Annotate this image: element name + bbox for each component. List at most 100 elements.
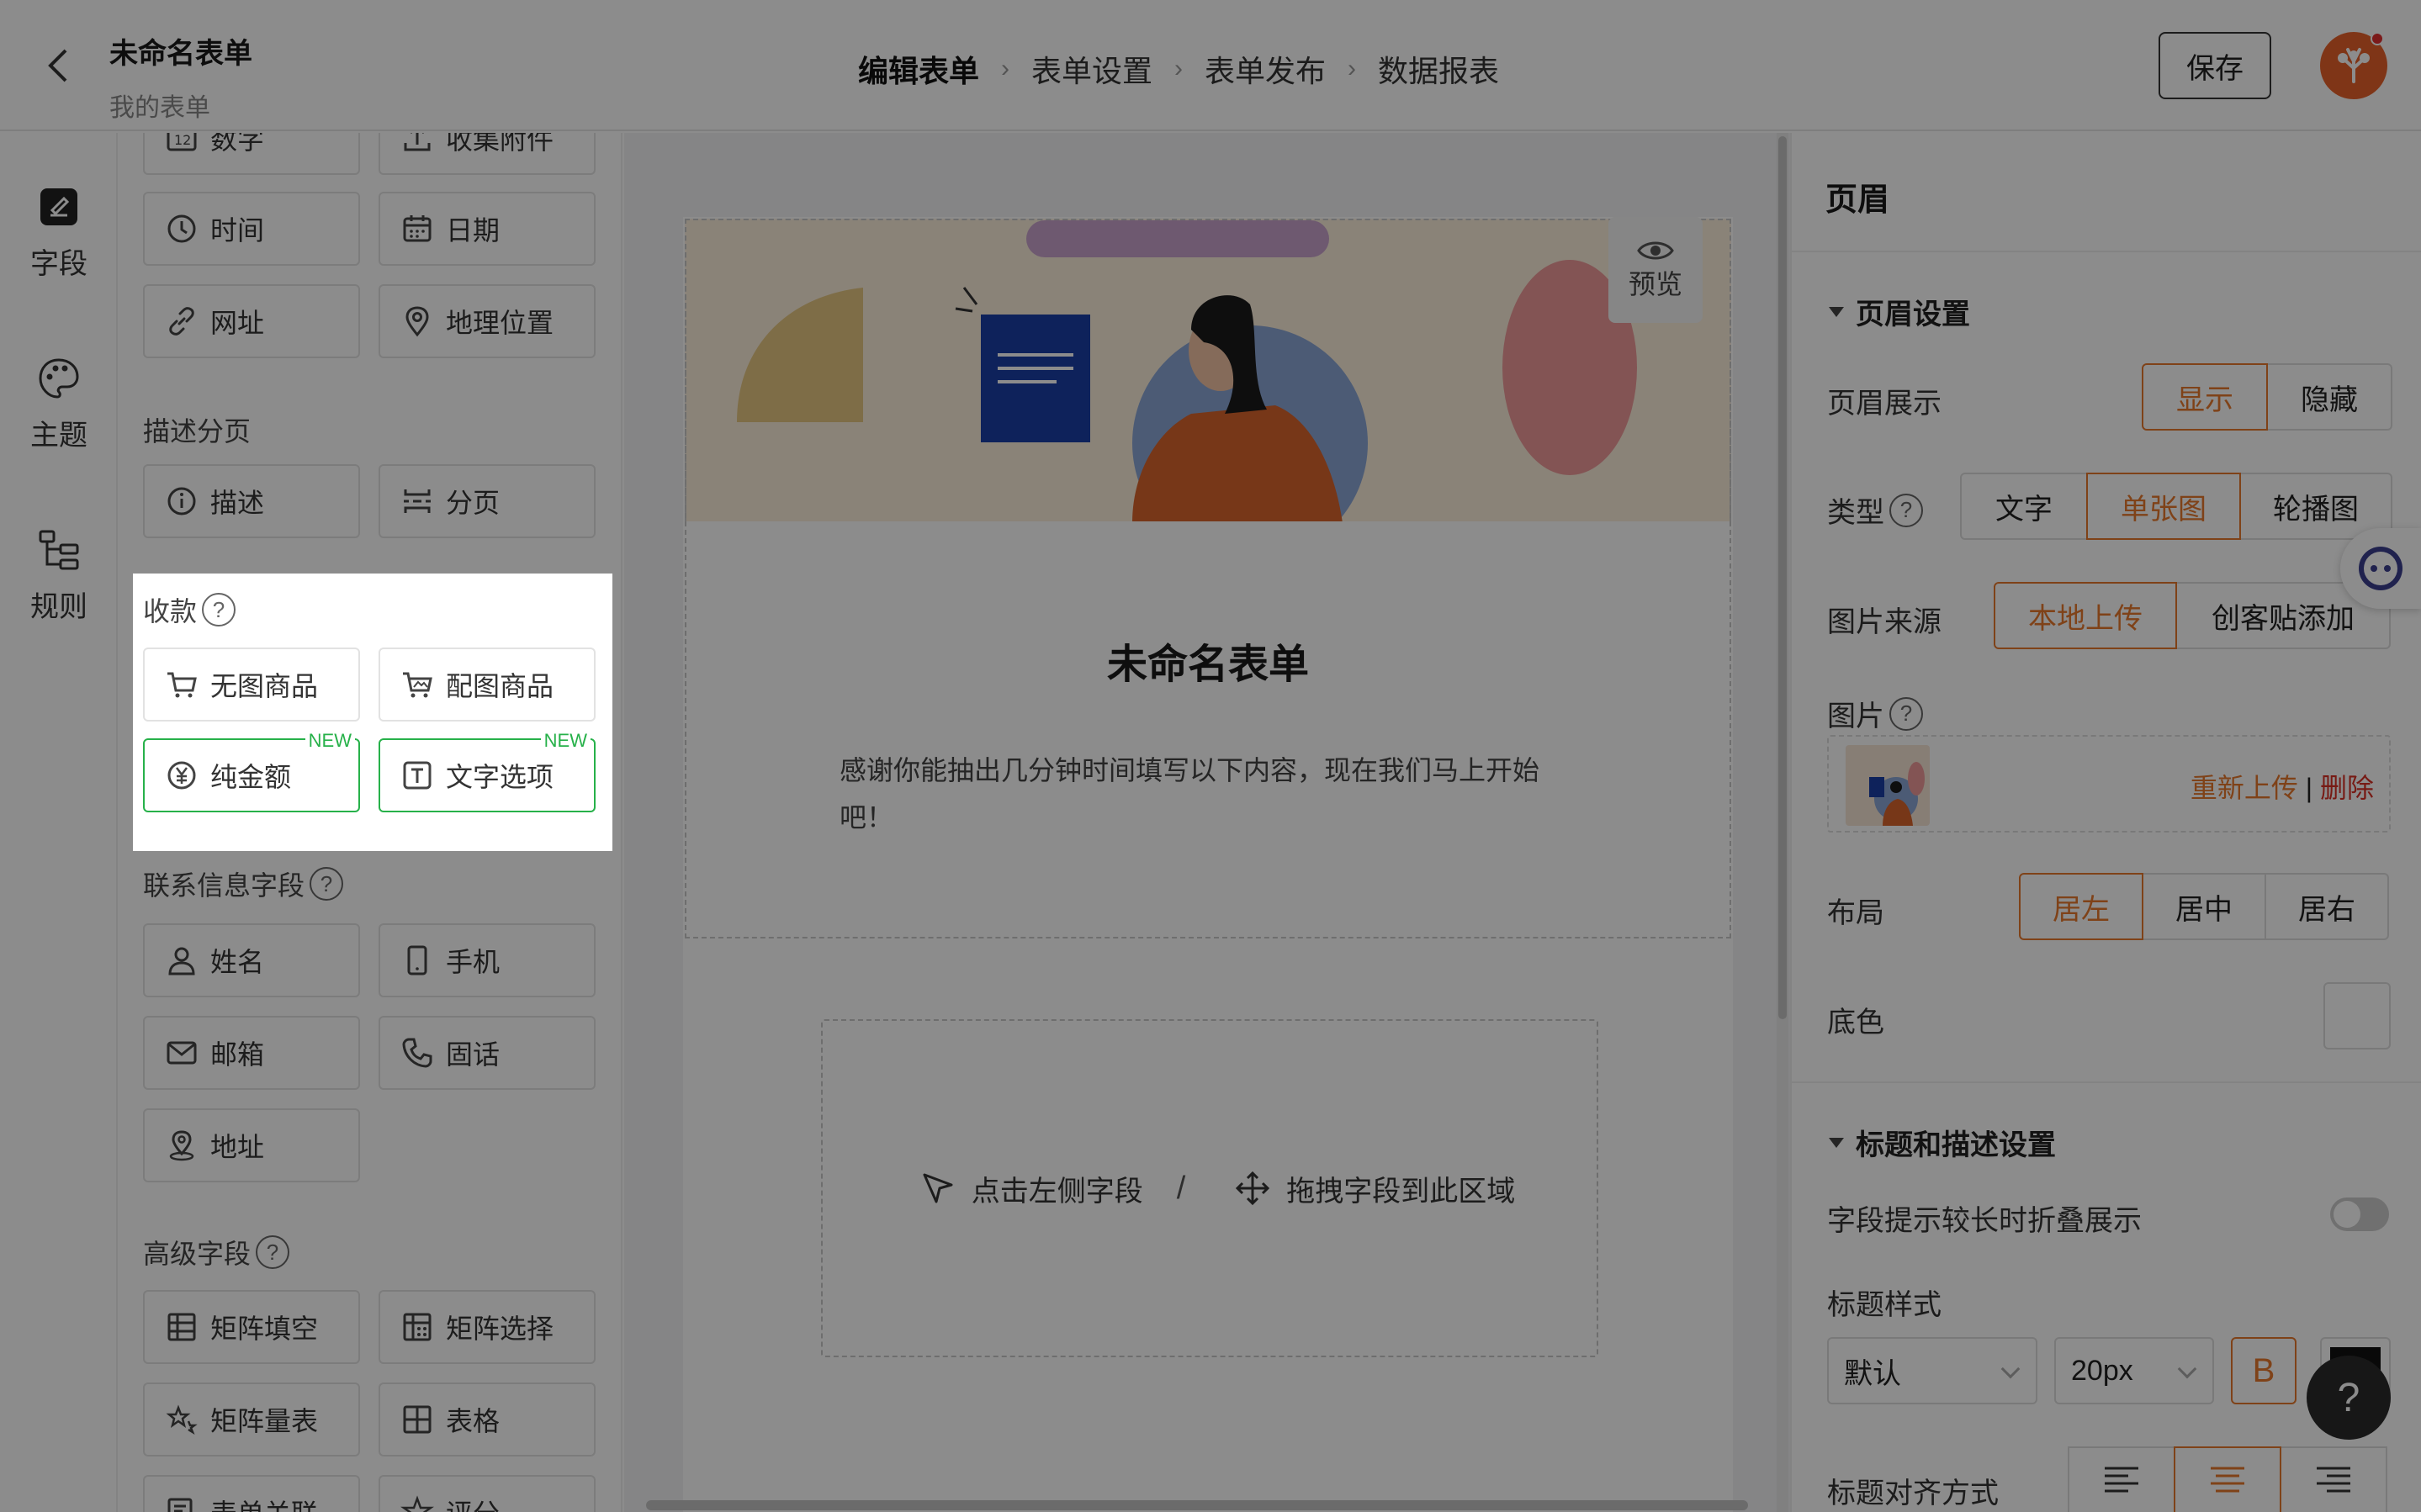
field-description[interactable]: 描述: [143, 464, 360, 538]
label-layout: 布局: [1827, 897, 1884, 929]
option-show[interactable]: 显示: [2142, 363, 2268, 431]
step-nav: 编辑表单 › 表单设置 › 表单发布 › 数据报表: [858, 47, 1499, 163]
field-matrix-fill[interactable]: 矩阵填空: [143, 1290, 360, 1364]
rail-item-rules[interactable]: 规则: [0, 528, 118, 625]
field-label: 收集附件: [446, 133, 554, 155]
canvas-scrollbar-thumb[interactable]: [1778, 136, 1787, 1019]
option-align-left[interactable]: 居左: [2019, 873, 2143, 940]
label-title-align: 标题对齐方式: [1827, 1478, 1999, 1509]
help-icon[interactable]: ?: [1889, 696, 1923, 731]
image-label-text: 图片: [1827, 700, 1884, 732]
help-float-button[interactable]: ?: [2307, 1356, 2391, 1440]
layout-toggle-group: 居左 居中 居右: [2019, 873, 2389, 940]
section-title-desc-settings[interactable]: 标题和描述设置: [1829, 1122, 2056, 1163]
rules-icon: [39, 530, 79, 570]
help-icon[interactable]: ?: [202, 593, 236, 626]
section-label: 页眉设置: [1856, 299, 1970, 330]
field-attachment[interactable]: 收集附件: [379, 133, 596, 175]
preview-button[interactable]: 预览: [1608, 217, 1703, 323]
table-icon: [403, 1405, 432, 1434]
field-landline[interactable]: 固话: [379, 1016, 596, 1090]
reupload-link[interactable]: 重新上传: [2191, 773, 2298, 803]
rail-item-theme[interactable]: 主题: [0, 357, 118, 453]
field-url[interactable]: 网址: [143, 284, 360, 358]
bold-button[interactable]: B: [2231, 1337, 2297, 1404]
option-align-center[interactable]: 居中: [2142, 873, 2266, 940]
option-local-upload[interactable]: 本地上传: [1994, 582, 2177, 649]
yen-circle-icon: [167, 761, 196, 790]
canvas-form-description[interactable]: 感谢你能抽出几分钟时间填写以下内容，现在我们马上开始吧！: [840, 747, 1580, 841]
label-image: 图片?: [1827, 693, 1923, 734]
step-edit-form[interactable]: 编辑表单: [858, 47, 979, 163]
field-number[interactable]: 12 数字: [143, 133, 360, 175]
step-publish[interactable]: 表单发布: [1205, 47, 1326, 91]
field-email[interactable]: 邮箱: [143, 1016, 360, 1090]
align-left-button[interactable]: [2068, 1446, 2175, 1512]
type-toggle-group: 文字 单张图 轮播图: [1960, 473, 2392, 540]
field-product-with-image[interactable]: 配图商品: [379, 648, 596, 722]
align-center-button[interactable]: [2174, 1446, 2281, 1512]
align-right-icon: [2317, 1467, 2350, 1493]
field-label: 配图商品: [446, 671, 554, 701]
field-form-link[interactable]: 表单关联: [143, 1475, 360, 1512]
field-rating[interactable]: 评分: [379, 1475, 596, 1512]
field-label: 地址: [210, 1132, 265, 1162]
field-dropzone[interactable]: 点击左侧字段 / 拖拽字段到此区域: [821, 1019, 1598, 1357]
field-matrix-scale[interactable]: 矩阵量表: [143, 1382, 360, 1456]
assistant-bot-button[interactable]: [2340, 528, 2421, 609]
font-select[interactable]: 默认: [1827, 1337, 2037, 1404]
step-form-settings[interactable]: 表单设置: [1031, 47, 1152, 91]
step-data-report[interactable]: 数据报表: [1378, 47, 1499, 91]
field-label: 文字选项: [446, 762, 554, 792]
field-date[interactable]: 日期: [379, 192, 596, 266]
preview-label: 预览: [1628, 269, 1682, 299]
back-arrow-icon[interactable]: [44, 47, 74, 84]
info-icon: [167, 487, 196, 515]
delete-link[interactable]: 删除: [2320, 773, 2374, 803]
caret-down-icon: [1829, 1137, 1844, 1148]
form-title[interactable]: 未命名表单: [109, 30, 252, 71]
bg-color-picker[interactable]: [2323, 982, 2391, 1049]
option-single-image[interactable]: 单张图: [2086, 473, 2241, 540]
chevron-right-icon: ›: [1348, 55, 1357, 82]
caret-down-icon: [1829, 306, 1844, 317]
field-time[interactable]: 时间: [143, 192, 360, 266]
help-icon[interactable]: ?: [256, 1235, 290, 1269]
field-pure-amount[interactable]: 纯金额 NEW: [143, 730, 360, 812]
option-text[interactable]: 文字: [1960, 473, 2088, 540]
field-label: 矩阵量表: [210, 1406, 319, 1436]
field-matrix-select[interactable]: 矩阵选择: [379, 1290, 596, 1364]
help-icon[interactable]: ?: [310, 867, 344, 901]
matrix-grid-icon: [167, 1313, 196, 1341]
star-icon: [400, 1495, 434, 1512]
section-header-settings[interactable]: 页眉设置: [1829, 291, 1970, 332]
source-toggle-group: 本地上传 创客贴添加: [1994, 582, 2391, 649]
field-name[interactable]: 姓名: [143, 923, 360, 997]
save-button[interactable]: 保存: [2159, 32, 2271, 99]
new-badge: NEW: [540, 730, 591, 752]
cart-image-icon: [403, 672, 432, 698]
label-title-style: 标题样式: [1827, 1289, 1942, 1321]
rail-item-fields[interactable]: 字段: [0, 185, 118, 282]
form-canvas: 预览 未命名表单 感谢你能抽出几分钟时间填写以下内容，现在我们马上开始吧！ 点击…: [624, 133, 1790, 1512]
form-folder[interactable]: 我的表单: [109, 87, 252, 124]
option-align-right[interactable]: 居右: [2265, 873, 2389, 940]
image-thumbnail: [1846, 745, 1930, 826]
field-address[interactable]: 地址: [143, 1108, 360, 1182]
field-mobile[interactable]: 手机: [379, 923, 596, 997]
field-pagination[interactable]: 分页: [379, 464, 596, 538]
address-pin-icon: [169, 1130, 194, 1161]
option-hide[interactable]: 隐藏: [2266, 363, 2392, 431]
field-table[interactable]: 表格: [379, 1382, 596, 1456]
field-product-no-image[interactable]: 无图商品: [143, 648, 360, 722]
field-text-option[interactable]: 文字选项 NEW: [379, 730, 596, 812]
font-size-select[interactable]: 20px: [2054, 1337, 2214, 1404]
section-title: 高级字段: [143, 1239, 252, 1269]
field-label: 表单关联: [210, 1493, 318, 1512]
canvas-h-scrollbar[interactable]: [646, 1500, 1748, 1510]
canvas-form-title[interactable]: 未命名表单: [685, 631, 1731, 690]
field-location[interactable]: 地理位置: [379, 284, 596, 358]
help-icon[interactable]: ?: [1889, 493, 1923, 527]
chevron-down-icon: [2000, 1359, 2021, 1379]
align-right-button[interactable]: [2280, 1446, 2387, 1512]
